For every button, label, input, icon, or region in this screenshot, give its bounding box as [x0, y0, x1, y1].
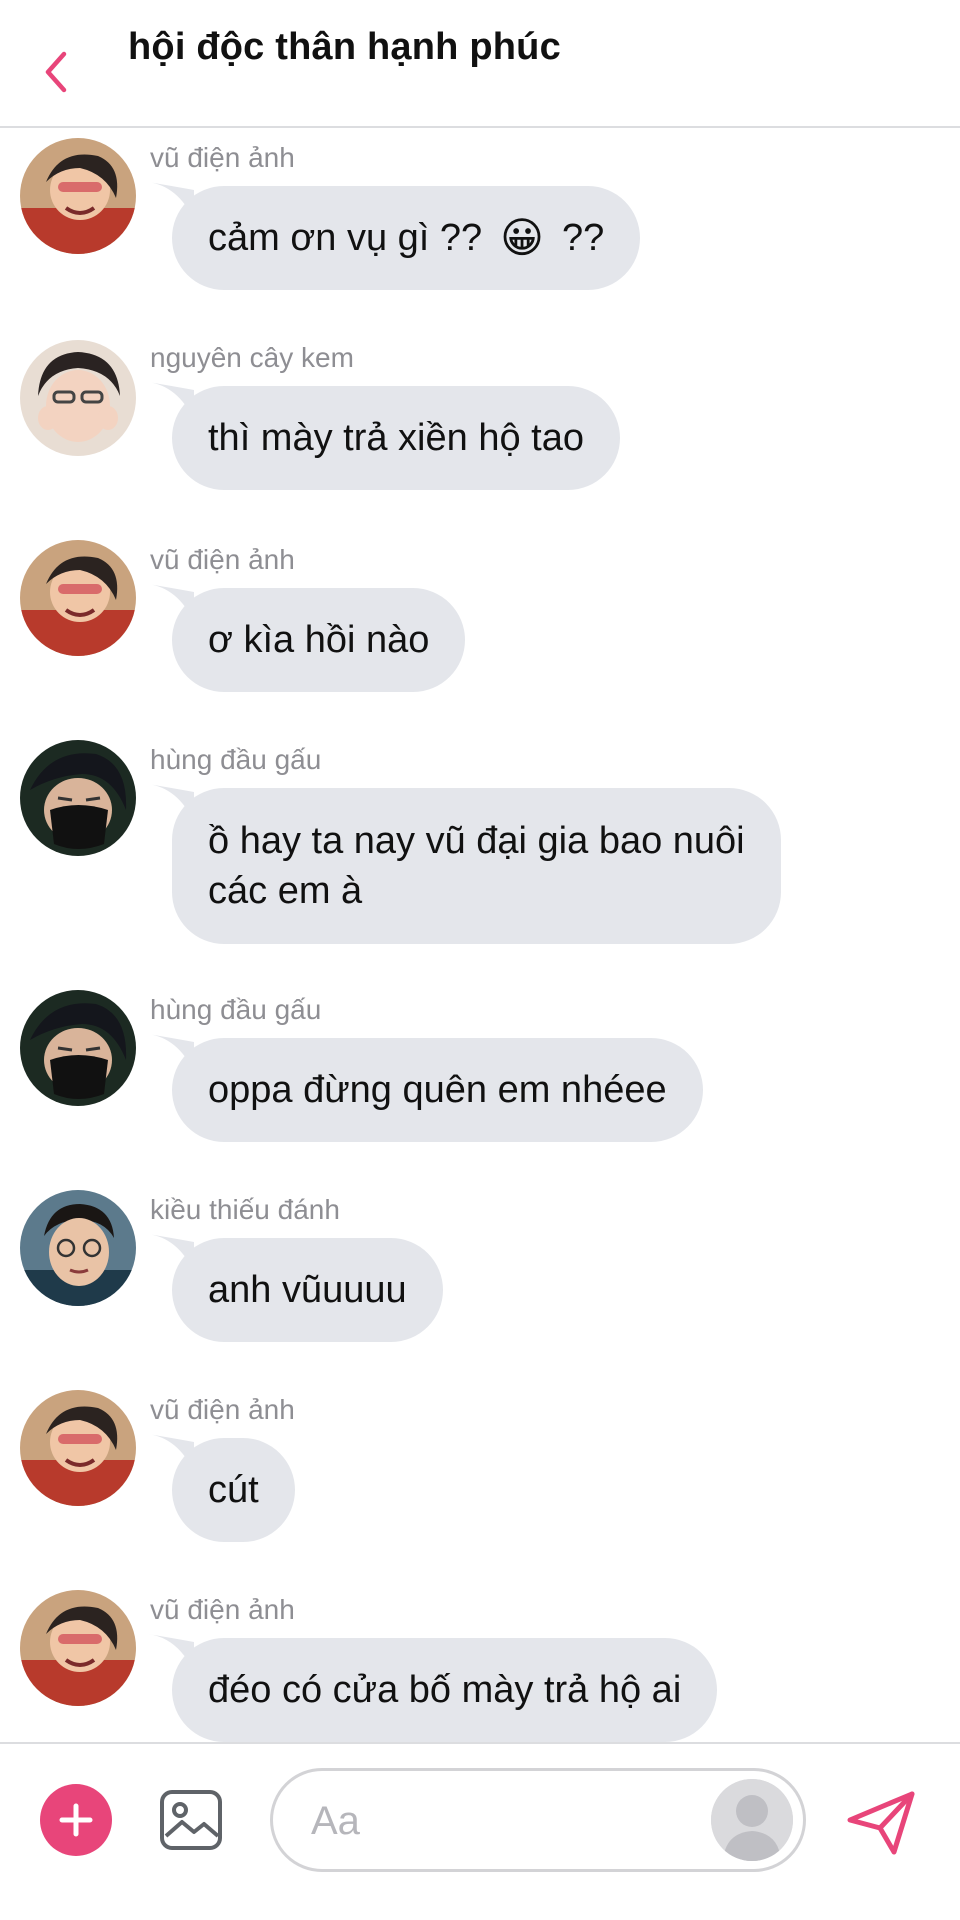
message-bubble[interactable]: thì mày trả xiền hộ tao: [172, 386, 620, 490]
sender-name: vũ điện ảnh: [150, 142, 295, 173]
sender-name: nguyên cây kem: [150, 342, 354, 373]
message-text: anh vũuuuu: [208, 1269, 407, 1311]
chat-title[interactable]: hội độc thân hạnh phúc: [128, 26, 561, 69]
sender-name: kiều thiếu đánh: [150, 1194, 340, 1225]
avatar-vu[interactable]: [20, 1390, 136, 1506]
send-button[interactable]: [846, 1790, 918, 1856]
avatar-kieu[interactable]: [20, 1190, 136, 1306]
sender-name: vũ điện ảnh: [150, 544, 295, 575]
message-bubble[interactable]: oppa đừng quên em nhéee: [172, 1038, 703, 1142]
sender-name: hùng đầu gấu: [150, 744, 322, 775]
send-icon: [847, 1791, 915, 1855]
message-bubble[interactable]: ồ hay ta nay vũ đại gia bao nuôi các em …: [172, 788, 781, 944]
sender-name: vũ điện ảnh: [150, 1594, 295, 1625]
message-text: cảm ơn vụ gì ??: [208, 217, 483, 259]
avatar-vu[interactable]: [20, 1590, 136, 1706]
composer-bar: Aa: [0, 1742, 960, 1920]
avatar-hung[interactable]: [20, 990, 136, 1106]
avatar-vu[interactable]: [20, 138, 136, 254]
message-text: các em à: [208, 870, 363, 912]
avatar-hung[interactable]: [20, 740, 136, 856]
message-bubble[interactable]: ơ kìa hồi nào: [172, 588, 466, 692]
sender-name: vũ điện ảnh: [150, 1394, 295, 1425]
input-placeholder: Aa: [311, 1799, 360, 1843]
chat-header: hội độc thân hạnh phúc: [0, 0, 960, 128]
message-bubble[interactable]: cảm ơn vụ gì ?? 😀 ??: [172, 186, 641, 290]
image-button[interactable]: [158, 1788, 224, 1852]
message-text: thì mày trả xiền hộ tao: [208, 417, 584, 459]
plus-icon: [59, 1803, 93, 1837]
message-text: oppa đừng quên em nhéee: [208, 1069, 667, 1111]
sender-name: hùng đầu gấu: [150, 994, 322, 1025]
chevron-left-icon: [45, 51, 67, 93]
message-bubble[interactable]: anh vũuuuu: [172, 1238, 443, 1342]
image-icon: [160, 1790, 222, 1850]
grinning-emoji-icon: 😀: [500, 214, 544, 261]
message-text: ??: [561, 217, 605, 259]
message-bubble[interactable]: cút: [172, 1438, 295, 1542]
profile-silhouette-icon[interactable]: [711, 1779, 793, 1861]
avatar-vu[interactable]: [20, 540, 136, 656]
message-text: ồ hay ta nay vũ đại gia bao nuôi: [208, 820, 745, 862]
message-list[interactable]: vũ điện ảnh cảm ơn vụ gì ?? 😀 ?? nguyên …: [0, 130, 960, 1742]
message-text: ơ kìa hồi nào: [208, 619, 430, 661]
plus-button[interactable]: [40, 1784, 112, 1856]
message-input[interactable]: Aa: [270, 1768, 806, 1872]
message-text: cút: [208, 1469, 259, 1511]
message-text: đéo có cửa bố mày trả hộ ai: [208, 1669, 682, 1711]
message-bubble[interactable]: đéo có cửa bố mày trả hộ ai: [172, 1638, 718, 1742]
avatar-nguyen[interactable]: [20, 340, 136, 456]
back-button[interactable]: [36, 48, 76, 96]
